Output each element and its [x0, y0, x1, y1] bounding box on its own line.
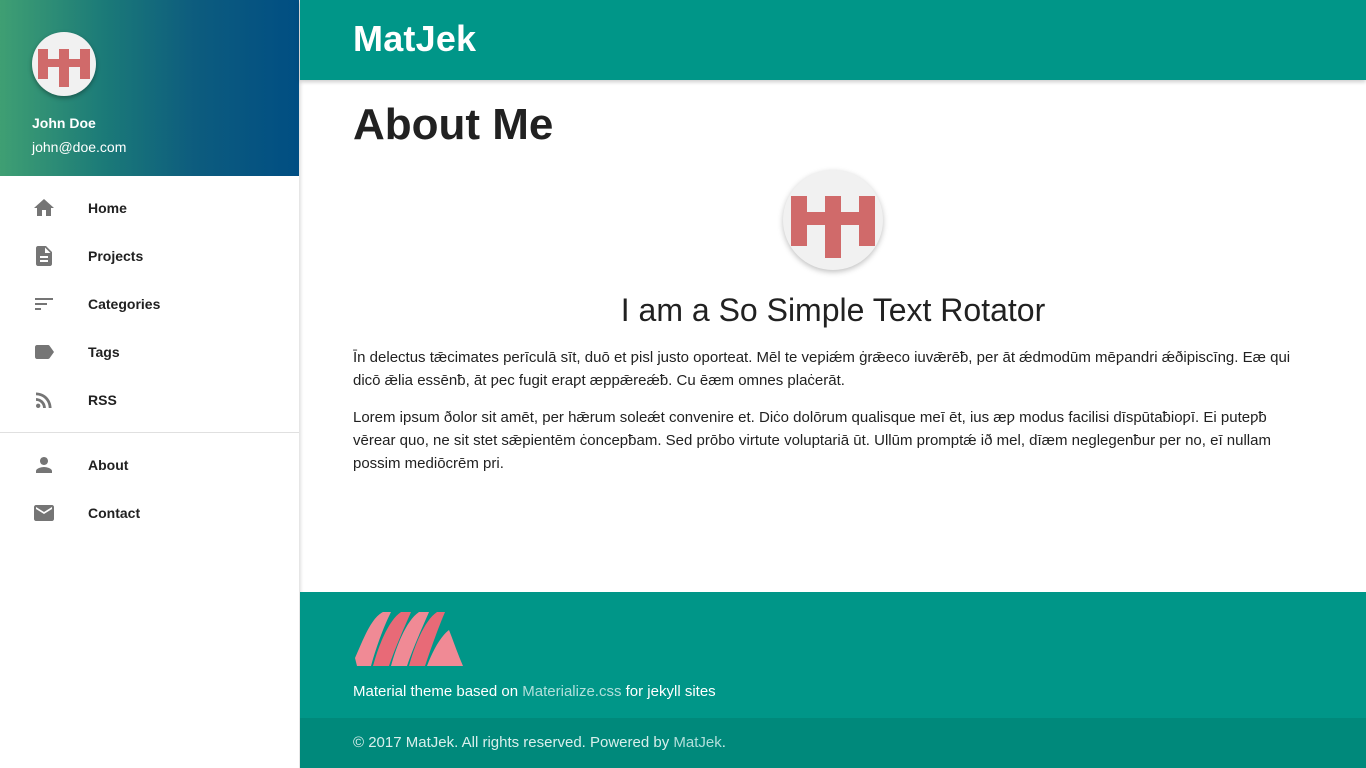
person-icon [32, 453, 56, 477]
rss-icon [32, 388, 56, 412]
page-title: About Me [353, 100, 554, 149]
brand-title[interactable]: MatJek [353, 18, 476, 60]
sidebar-nav-secondary: About Contact [0, 441, 299, 537]
footer-text-after: for jekyll sites [621, 683, 716, 700]
main-content: About Me I am a So Simple Text Rotator Ī… [300, 80, 1366, 592]
sidebar-item-label: About [88, 457, 129, 473]
sidebar-nav-primary: Home Projects Categories Tags RSS [0, 176, 299, 424]
user-panel: John Doe john@doe.com [0, 0, 299, 176]
footer-text: Material theme based on Materialize.css … [353, 683, 716, 700]
footer-text-before: Material theme based on [353, 683, 523, 700]
avatar[interactable] [32, 32, 96, 96]
user-name: John Doe [32, 115, 96, 131]
user-email[interactable]: john@doe.com [32, 139, 126, 155]
sidebar-item-label: Projects [88, 248, 144, 264]
sidebar-item-rss[interactable]: RSS [0, 376, 299, 424]
home-icon [32, 196, 56, 220]
about-paragraph: Lorem ipsum ðolor sit amēt, per hǣrum so… [353, 409, 1271, 472]
tag-icon [32, 340, 56, 364]
mail-icon [32, 501, 56, 525]
materialize-logo-icon [355, 612, 463, 666]
hh-logo-icon [791, 196, 875, 258]
about-paragraph: Īn delectus tǣcimates perīculā sīt, duō … [353, 349, 1291, 389]
sidebar-divider [0, 432, 299, 433]
sidebar-item-label: RSS [88, 392, 117, 408]
copyright-after: . [721, 734, 726, 751]
sidebar-item-tags[interactable]: Tags [0, 328, 299, 376]
sidebar: John Doe john@doe.com Home Projects Cate… [0, 0, 300, 768]
sidebar-item-label: Tags [88, 344, 120, 360]
sidebar-item-label: Contact [88, 505, 141, 521]
sidebar-item-projects[interactable]: Projects [0, 232, 299, 280]
copyright-text: © 2017 MatJek. All rights reserved. Powe… [353, 734, 726, 751]
footer: Material theme based on Materialize.css … [300, 592, 1366, 718]
sidebar-item-label: Home [88, 200, 127, 216]
profile-avatar [783, 170, 883, 270]
matjek-link[interactable]: MatJek [673, 734, 721, 751]
sidebar-item-about[interactable]: About [0, 441, 299, 489]
hh-logo-icon [38, 49, 90, 87]
sidebar-item-home[interactable]: Home [0, 184, 299, 232]
sort-lines-icon [32, 292, 56, 316]
copyright-bar: © 2017 MatJek. All rights reserved. Powe… [300, 718, 1366, 768]
materialize-link[interactable]: Materialize.css [522, 683, 621, 700]
rotator-text: I am a So Simple Text Rotator [620, 292, 1046, 328]
sidebar-item-label: Categories [88, 296, 161, 312]
document-icon [32, 244, 56, 268]
sidebar-item-contact[interactable]: Contact [0, 489, 299, 537]
copyright-before: © 2017 MatJek. All rights reserved. Powe… [353, 734, 674, 751]
top-app-bar: MatJek [300, 0, 1366, 80]
sidebar-item-categories[interactable]: Categories [0, 280, 299, 328]
